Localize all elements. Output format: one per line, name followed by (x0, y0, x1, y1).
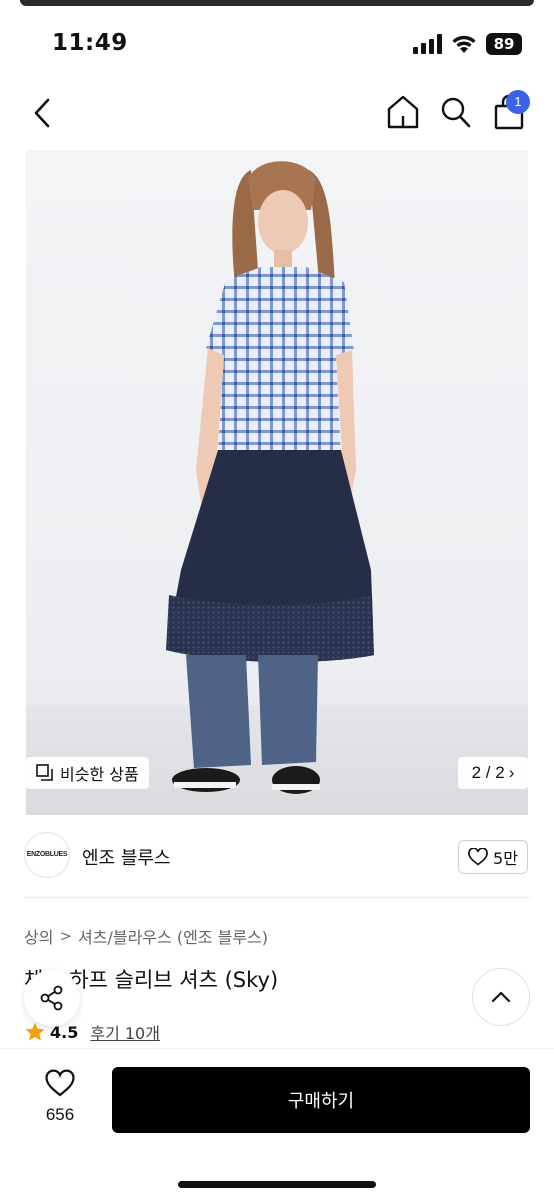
page-indicator-text: 2 / 2 (471, 763, 505, 782)
scroll-to-top-button[interactable] (472, 968, 530, 1026)
reviews-link[interactable]: 후기 10개 (90, 1020, 160, 1044)
purchase-bar: 656 구매하기 (0, 1048, 554, 1200)
star-icon (25, 1022, 45, 1041)
brand-row[interactable]: ENZOBLUES 엔조 블루스 5만 (0, 832, 554, 880)
section-divider (24, 897, 530, 898)
model-photo-illustration (166, 161, 374, 794)
brand-name[interactable]: 엔조 블루스 (82, 844, 171, 870)
breadcrumb-category[interactable]: 상의 (24, 924, 53, 948)
similar-items-icon (36, 764, 53, 781)
share-icon (40, 985, 63, 1011)
wishlist-button[interactable]: 656 (38, 1069, 82, 1125)
chevron-right-icon: › (508, 763, 515, 782)
breadcrumb-separator: > (59, 927, 73, 945)
home-indicator[interactable] (178, 1181, 376, 1188)
status-time: 11:49 (52, 30, 128, 56)
status-bar: 11:49 89 (0, 28, 554, 62)
share-button[interactable] (24, 970, 80, 1026)
rating-score: 4.5 (50, 1022, 79, 1042)
product-image[interactable] (26, 150, 528, 815)
wishlist-count: 656 (45, 1105, 75, 1124)
brand-logo[interactable]: ENZOBLUES (24, 832, 70, 878)
chevron-up-icon (491, 991, 511, 1003)
top-navigation: 1 (0, 88, 554, 138)
brand-like-count: 5만 (493, 849, 518, 868)
heart-outline-icon (45, 1069, 75, 1097)
cellular-signal-icon (413, 34, 442, 54)
buy-button[interactable]: 구매하기 (112, 1067, 530, 1133)
search-icon[interactable] (440, 95, 472, 129)
cart-count-badge: 1 (506, 90, 530, 114)
device-top-bezel (20, 0, 534, 6)
similar-products-button[interactable]: 비슷한 상품 (26, 757, 149, 789)
brand-like-button[interactable]: 5만 (458, 840, 528, 874)
wifi-icon (452, 35, 476, 53)
product-rating: 4.5 후기 10개 (24, 1020, 160, 1044)
home-icon[interactable] (386, 94, 420, 130)
image-page-indicator[interactable]: 2 / 2 › (458, 757, 528, 789)
similar-products-label: 비슷한 상품 (60, 765, 139, 784)
battery-indicator: 89 (486, 33, 522, 55)
back-arrow-icon[interactable] (28, 96, 58, 130)
breadcrumb: 상의 > 셔츠/블라우스 (엔조 블루스) (24, 924, 268, 948)
breadcrumb-subcategory[interactable]: 셔츠/블라우스 (엔조 블루스) (78, 924, 268, 948)
heart-outline-icon (468, 848, 488, 866)
